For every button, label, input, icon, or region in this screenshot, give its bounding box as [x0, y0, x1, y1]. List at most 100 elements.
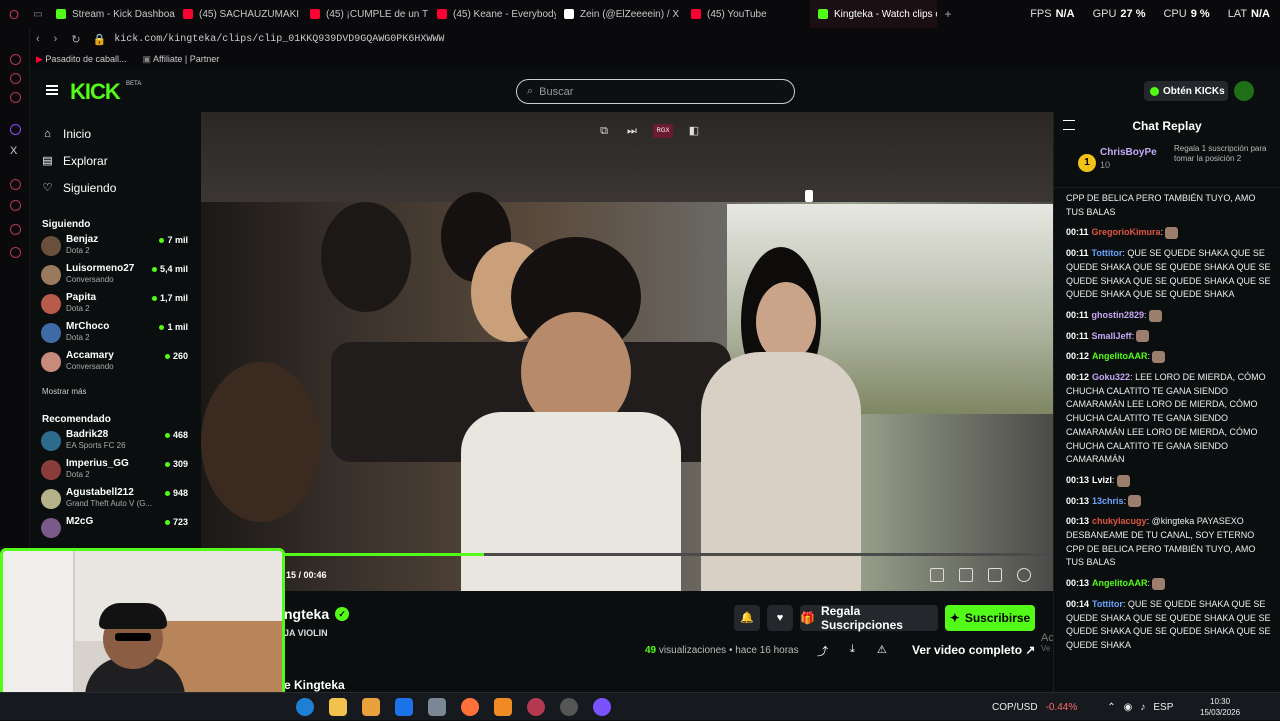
- next-icon[interactable]: ⏭: [625, 124, 639, 138]
- channel-avatar: [41, 489, 61, 509]
- bookmark-item[interactable]: ▣ Affiliate | Partner: [142, 54, 219, 65]
- download-icon[interactable]: ⤓: [850, 643, 855, 659]
- browser-tab[interactable]: (45) ¡CUMPLE de un T: [302, 0, 429, 28]
- outlook-icon[interactable]: [395, 698, 413, 716]
- show-more-link[interactable]: Mostrar más: [42, 387, 201, 396]
- notification-bell-icon[interactable]: 🔔: [734, 605, 760, 631]
- twitch-icon[interactable]: [10, 124, 21, 135]
- chat-menu-icon[interactable]: [1063, 120, 1075, 130]
- report-icon[interactable]: ⚠: [877, 643, 887, 659]
- message-username[interactable]: Tottitor: [1092, 599, 1123, 609]
- discord-icon[interactable]: [593, 698, 611, 716]
- firefox-icon[interactable]: [461, 698, 479, 716]
- full-video-link[interactable]: Ver video completo ↗: [912, 643, 1035, 657]
- search-input[interactable]: ⌕ Buscar: [516, 79, 795, 104]
- nav-following[interactable]: ♡ Siguiendo: [30, 174, 201, 201]
- browser-tab[interactable]: Stream - Kick Dashboard: [48, 0, 175, 28]
- message-username[interactable]: SmallJeff: [1092, 331, 1132, 341]
- rail-app-icon[interactable]: [10, 54, 21, 65]
- browser-tab[interactable]: Zein (@ElZeeeein) / X: [556, 0, 683, 28]
- rgx-badge[interactable]: RGX: [653, 124, 673, 138]
- message-username[interactable]: Lvizl: [1092, 475, 1112, 485]
- popout-icon[interactable]: ⧉: [597, 124, 611, 138]
- opera-logo-icon[interactable]: O: [0, 7, 28, 22]
- network-icon[interactable]: ◉: [1124, 702, 1133, 713]
- channel-avatar: [41, 518, 61, 538]
- sidebar-channel-item[interactable]: Accamary Conversando 260: [30, 350, 201, 379]
- video-player[interactable]: ⧉ ⏭ RGX ◧: [201, 112, 1053, 591]
- message-username[interactable]: ghostin2829: [1092, 310, 1145, 320]
- message-username[interactable]: chukylacugy: [1092, 516, 1147, 526]
- back-icon[interactable]: ‹: [36, 33, 40, 45]
- settings-icon[interactable]: [10, 247, 21, 258]
- file-explorer-icon[interactable]: [329, 698, 347, 716]
- external-link-icon: ↗: [1025, 643, 1036, 657]
- subscribe-button[interactable]: ✦ Suscribirse: [945, 605, 1035, 631]
- message-username[interactable]: GregorioKimura: [1092, 227, 1161, 237]
- app-icon[interactable]: [428, 698, 446, 716]
- gift-leaderboard[interactable]: 1 ChrisBoyPe 10 Regala 1 suscripción par…: [1054, 140, 1280, 188]
- sidebar-channel-item[interactable]: Benjaz Dota 2 7 mil: [30, 234, 201, 263]
- message-username[interactable]: 13chris: [1092, 496, 1124, 506]
- sidebar-channel-item[interactable]: Imperius_GG Dota 2 309: [30, 458, 201, 487]
- rail-app-icon[interactable]: [10, 92, 21, 103]
- sidebar-channel-item[interactable]: Badrik28 EA Sports FC 26 468: [30, 429, 201, 458]
- edge-icon[interactable]: [296, 698, 314, 716]
- sidebar-channel-item[interactable]: Papita Dota 2 1,7 mil: [30, 292, 201, 321]
- forward-icon[interactable]: ›: [54, 33, 58, 45]
- leader-username[interactable]: ChrisBoyPe: [1100, 147, 1157, 158]
- reload-icon[interactable]: ↻: [71, 33, 80, 46]
- video-progress-bar[interactable]: [284, 553, 1053, 556]
- rail-app-icon[interactable]: [10, 179, 21, 190]
- rail-app-icon[interactable]: [10, 73, 21, 84]
- viewer-count-text: 5,4 mil: [159, 264, 188, 274]
- follow-heart-icon[interactable]: ♥: [767, 605, 793, 631]
- clock[interactable]: 10:30 15/03/2026: [1200, 696, 1240, 718]
- bookmark-item[interactable]: ▶ Pasadito de caball...: [36, 54, 126, 65]
- tray-arrow-icon[interactable]: ⌃: [1107, 702, 1115, 713]
- sidebar-channel-item[interactable]: Luisormeno27 Conversando 5,4 mil: [30, 263, 201, 292]
- browser-tab[interactable]: Kingteka - Watch clips on: [810, 0, 937, 28]
- vlc-icon[interactable]: [494, 698, 512, 716]
- new-tab-icon[interactable]: +: [937, 7, 959, 21]
- url-text[interactable]: kick.com/kingteka/clips/clip_01KKQ939DVD…: [114, 34, 444, 45]
- message-username[interactable]: Tottitor: [1092, 248, 1123, 258]
- browser-tab[interactable]: (45) Keane - Everybody's: [429, 0, 556, 28]
- kick-logo[interactable]: KICK: [70, 79, 121, 105]
- sidebar-channel-item[interactable]: MrChoco Dota 2 1 mil: [30, 321, 201, 350]
- x-icon[interactable]: X: [10, 145, 17, 157]
- share-icon[interactable]: ⤴: [817, 643, 828, 659]
- message-username[interactable]: AngelitoAAR: [1092, 351, 1148, 361]
- sidebar-toggle-icon[interactable]: ◧: [687, 124, 701, 138]
- language-indicator[interactable]: ESP: [1153, 702, 1173, 713]
- get-kicks-button[interactable]: Obtén KICKs: [1144, 81, 1228, 101]
- opera-icon[interactable]: [527, 698, 545, 716]
- currency-ticker[interactable]: COP/USD: [992, 702, 1038, 713]
- nav-browse[interactable]: ▤ Explorar: [30, 147, 201, 174]
- rail-app-icon[interactable]: [10, 224, 21, 235]
- sidebar-channel-item[interactable]: Agustabell212 Grand Theft Auto V (G... 948: [30, 487, 201, 516]
- store-icon[interactable]: [362, 698, 380, 716]
- avatar[interactable]: [1234, 81, 1254, 101]
- history-icon[interactable]: [10, 200, 21, 211]
- clip-icon[interactable]: [930, 568, 944, 582]
- channel-name[interactable]: ngteka ✓: [284, 606, 350, 622]
- address-bar[interactable]: ‹ › ↻ 🔒 kick.com/kingteka/clips/clip_01K…: [0, 28, 1280, 50]
- app-icon[interactable]: [560, 698, 578, 716]
- message-username[interactable]: Goku322: [1092, 372, 1130, 382]
- message-username[interactable]: AngelitoAAR: [1092, 578, 1148, 588]
- nav-label: Explorar: [63, 153, 108, 168]
- theater-mode-icon[interactable]: [959, 568, 973, 582]
- nav-home[interactable]: ⌂ Inicio: [30, 120, 201, 147]
- browser-tab[interactable]: (45) YouTube: [683, 0, 810, 28]
- tab-menu-icon[interactable]: ▭: [28, 9, 48, 20]
- sidebar-channel-item[interactable]: M2cG 723: [30, 516, 201, 545]
- message-time: 00:11: [1066, 248, 1089, 259]
- menu-icon[interactable]: [46, 85, 58, 95]
- browser-tab[interactable]: (45) SACHAUZUMAKI LE: [175, 0, 302, 28]
- settings-icon[interactable]: [1017, 568, 1031, 582]
- channel-name: Benjaz: [66, 234, 99, 245]
- volume-icon[interactable]: ♪: [1140, 702, 1145, 713]
- gift-subs-button[interactable]: 🎁 Regala Suscripciones: [800, 604, 938, 632]
- fullscreen-icon[interactable]: [988, 568, 1002, 582]
